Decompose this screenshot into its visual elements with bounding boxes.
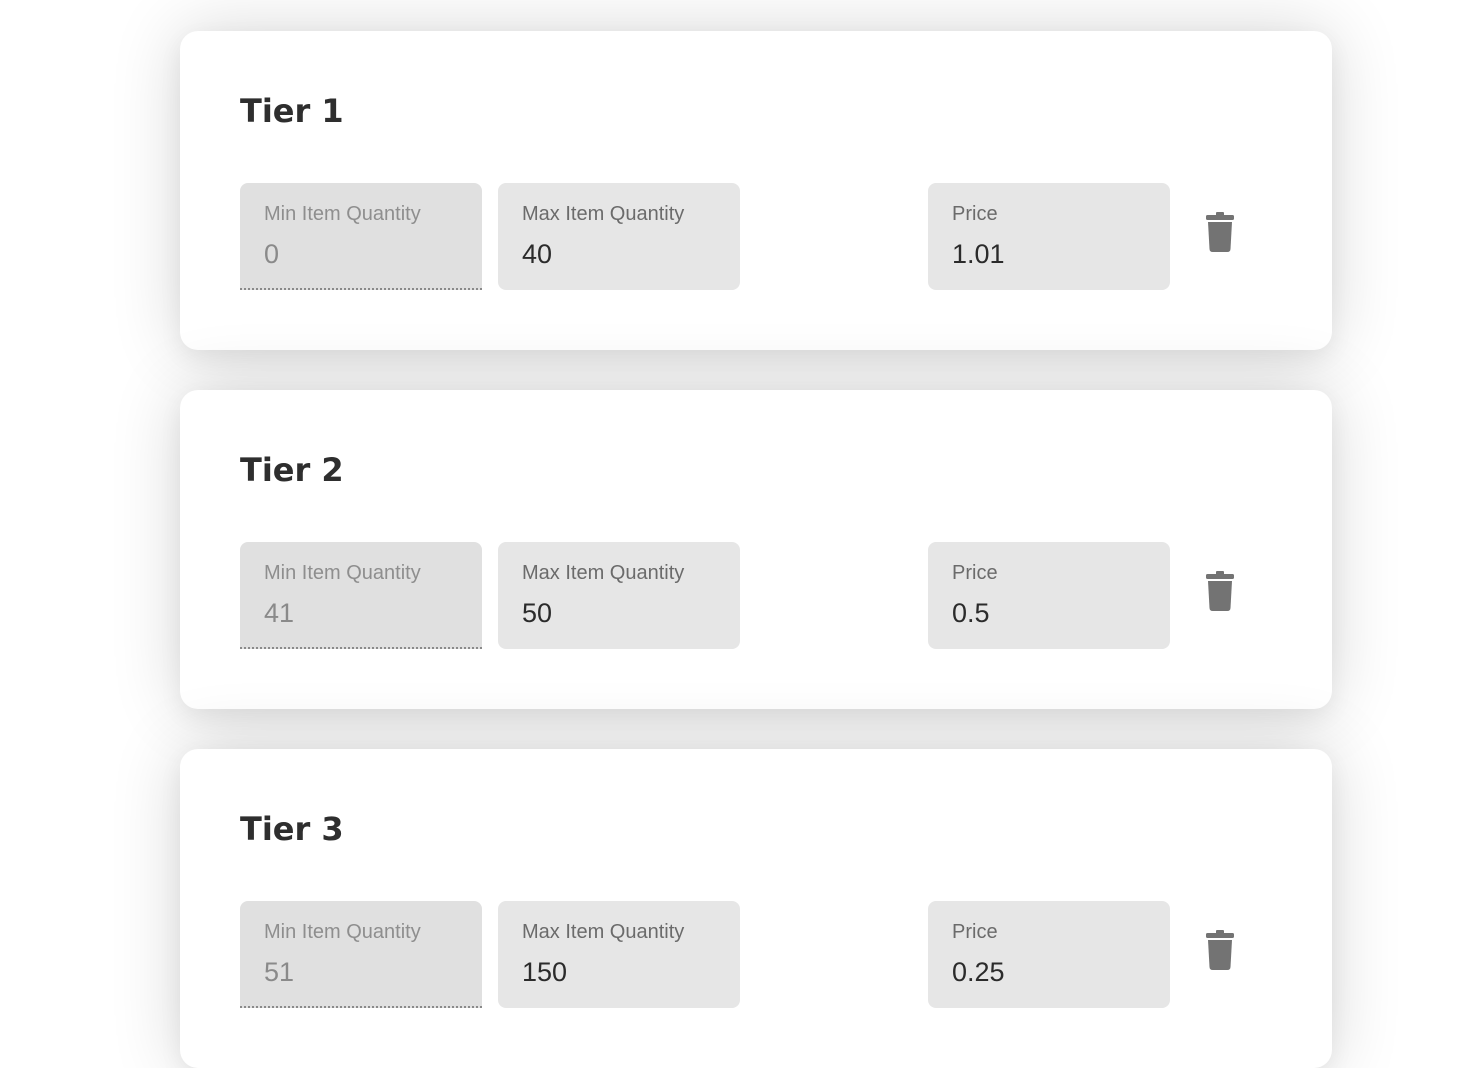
max-item-quantity-field[interactable]: Max Item Quantity <box>498 542 740 649</box>
min-item-quantity-input <box>264 956 464 988</box>
min-item-quantity-field: Min Item Quantity <box>240 183 482 290</box>
tier-card: Tier 1 Min Item Quantity Max Item Quanti… <box>180 31 1332 350</box>
tier-title: Tier 1 <box>240 92 344 130</box>
price-label: Price <box>952 562 998 584</box>
max-item-quantity-input[interactable] <box>522 238 722 270</box>
tier-card: Tier 2 Min Item Quantity Max Item Quanti… <box>180 390 1332 709</box>
price-label: Price <box>952 203 998 225</box>
max-item-quantity-field[interactable]: Max Item Quantity <box>498 183 740 290</box>
price-input[interactable] <box>952 238 1152 270</box>
price-input[interactable] <box>952 956 1152 988</box>
min-item-quantity-label: Min Item Quantity <box>264 921 421 943</box>
max-item-quantity-input[interactable] <box>522 956 722 988</box>
min-item-quantity-input <box>264 597 464 629</box>
price-label: Price <box>952 921 998 943</box>
price-field[interactable]: Price <box>928 901 1170 1008</box>
min-item-quantity-field: Min Item Quantity <box>240 901 482 1008</box>
max-item-quantity-label: Max Item Quantity <box>522 921 685 943</box>
max-item-quantity-label: Max Item Quantity <box>522 562 685 584</box>
delete-tier-button[interactable] <box>1198 207 1242 257</box>
price-input[interactable] <box>952 597 1152 629</box>
delete-tier-button[interactable] <box>1198 566 1242 616</box>
tier-title: Tier 2 <box>240 451 344 489</box>
trash-icon <box>1206 212 1234 252</box>
min-item-quantity-input <box>264 238 464 270</box>
max-item-quantity-field[interactable]: Max Item Quantity <box>498 901 740 1008</box>
min-item-quantity-label: Min Item Quantity <box>264 562 421 584</box>
trash-icon <box>1206 571 1234 611</box>
tier-card: Tier 3 Min Item Quantity Max Item Quanti… <box>180 749 1332 1068</box>
delete-tier-button[interactable] <box>1198 925 1242 975</box>
max-item-quantity-input[interactable] <box>522 597 722 629</box>
price-field[interactable]: Price <box>928 183 1170 290</box>
trash-icon <box>1206 930 1234 970</box>
max-item-quantity-label: Max Item Quantity <box>522 203 685 225</box>
tier-title: Tier 3 <box>240 810 344 848</box>
price-field[interactable]: Price <box>928 542 1170 649</box>
min-item-quantity-field: Min Item Quantity <box>240 542 482 649</box>
min-item-quantity-label: Min Item Quantity <box>264 203 421 225</box>
